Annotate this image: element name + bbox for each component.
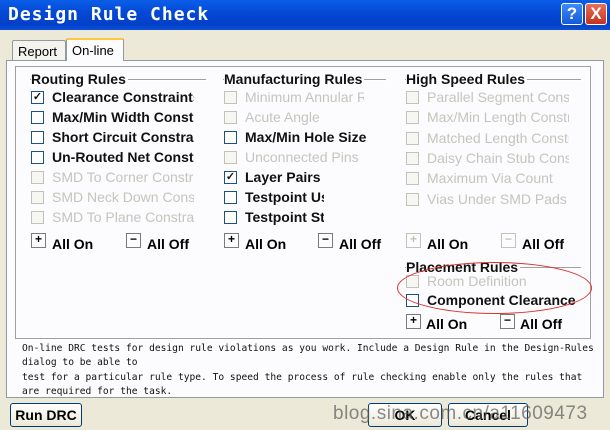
manufacturing-all-off-button[interactable]: −: [318, 233, 333, 248]
rule-label: Short Circuit Constraint: [52, 129, 194, 145]
rule-smd-neck-down-constraint: SMD Neck Down Constraint: [31, 189, 194, 207]
title-bar: Design Rule Check ? X: [0, 0, 610, 30]
rule-unconnected-pins: Unconnected Pins: [224, 149, 364, 167]
rule-smd-to-plane-constraint: SMD To Plane Constraint: [31, 209, 194, 227]
rule-testpoint-usage[interactable]: Testpoint Usage: [224, 189, 324, 207]
rule-checkbox: [406, 151, 419, 165]
rule-label: SMD To Plane Constraint: [52, 209, 194, 225]
tab-online[interactable]: On-line: [66, 38, 124, 61]
online-drc-description: On-line DRC tests for design rule violat…: [22, 343, 594, 396]
rule-minimum-annular-ring: Minimum Annular Ring: [224, 89, 364, 107]
rule-checkbox[interactable]: [406, 294, 419, 307]
rule-label: SMD To Corner Constraint: [52, 169, 194, 185]
rule-label: Max/Min Width Constraint: [52, 109, 194, 125]
watermark: blog.sina.com.cn/a11609473: [333, 403, 588, 424]
highspeed-all-on-label: All On: [427, 236, 469, 252]
rule-checkbox[interactable]: [31, 111, 44, 124]
rule-label: Layer Pairs: [245, 169, 321, 185]
window-title: Design Rule Check: [8, 4, 210, 25]
rule-label: Max/Min Hole Size: [245, 129, 367, 145]
rule-checkbox: [406, 172, 419, 186]
highspeed-rules-title: High Speed Rules: [406, 71, 528, 87]
rule-checkbox: [31, 191, 44, 204]
rule-max-min-hole-size[interactable]: Max/Min Hole Size: [224, 129, 374, 147]
rule-label: Testpoint Usage: [245, 189, 324, 205]
rule-label: Room Definition: [427, 273, 527, 289]
routing-all-off-label: All Off: [147, 236, 189, 252]
rule-checkbox: [31, 171, 44, 184]
manufacturing-all-off-label: All Off: [339, 236, 381, 252]
highspeed-all-on-button[interactable]: +: [406, 233, 421, 248]
rule-label: Maximum Via Count: [427, 170, 553, 187]
rule-checkbox: [406, 275, 419, 288]
manufacturing-all-on-label: All On: [245, 236, 287, 252]
rule-label: Daisy Chain Stub Constraint: [427, 149, 569, 166]
rule-label: Minimum Annular Ring: [245, 89, 364, 105]
rule-testpoint-style[interactable]: Testpoint Style: [224, 209, 324, 227]
routing-rules-title: Routing Rules: [31, 71, 128, 87]
rule-parallel-segment-constraint: Parallel Segment Constraint: [406, 89, 569, 107]
rule-checkbox: [224, 111, 237, 124]
rule-checkbox[interactable]: [31, 131, 44, 144]
rule-label: Un-Routed Net Constraint: [52, 149, 194, 165]
rule-layer-pairs[interactable]: ✓ Layer Pairs: [224, 169, 334, 187]
rule-checkbox: [406, 91, 419, 104]
rule-checkbox[interactable]: ✓: [224, 171, 237, 184]
placement-all-off-button[interactable]: −: [500, 314, 515, 329]
rule-short-circuit-constraint[interactable]: Short Circuit Constraint: [31, 129, 194, 147]
rule-checkbox[interactable]: [224, 191, 237, 204]
rule-maximum-via-count: Maximum Via Count: [406, 170, 569, 188]
rule-checkbox: [406, 192, 419, 206]
rule-daisy-chain-stub-constraint: Daisy Chain Stub Constraint: [406, 150, 569, 168]
tab-report[interactable]: Report: [12, 40, 66, 60]
rule-un-routed-net-constraint[interactable]: Un-Routed Net Constraint: [31, 149, 194, 167]
rule-checkbox: [224, 151, 237, 164]
rule-checkbox[interactable]: [31, 151, 44, 164]
help-button[interactable]: ?: [561, 3, 583, 25]
close-button[interactable]: X: [585, 3, 607, 25]
rule-max-min-width-constraint[interactable]: Max/Min Width Constraint: [31, 109, 194, 127]
highspeed-all-off-button[interactable]: −: [501, 233, 516, 248]
rule-label: Matched Length Constraint: [427, 129, 569, 146]
rule-label: SMD Neck Down Constraint: [52, 189, 194, 205]
rule-label: Max/Min Length Constraint: [427, 109, 569, 126]
rule-label: Unconnected Pins: [245, 149, 359, 165]
rule-room-definition: Room Definition: [406, 273, 576, 291]
rule-label: Clearance Constraints: [52, 89, 194, 105]
rule-label: Parallel Segment Constraint: [427, 89, 569, 105]
rule-label: Vias Under SMD Pads: [427, 190, 567, 207]
run-drc-button[interactable]: Run DRC: [10, 403, 82, 427]
rule-max-min-length-constraint: Max/Min Length Constraint: [406, 109, 569, 127]
routing-all-on-button[interactable]: +: [31, 233, 46, 248]
rule-label: Component Clearance: [427, 292, 576, 308]
rule-acute-angle: Acute Angle: [224, 109, 364, 127]
rule-smd-to-corner-constraint: SMD To Corner Constraint: [31, 169, 194, 187]
rule-checkbox[interactable]: [224, 211, 237, 224]
rule-checkbox[interactable]: [224, 131, 237, 144]
rule-checkbox: [224, 91, 237, 104]
rule-matched-length-constraint: Matched Length Constraint: [406, 130, 569, 148]
rule-checkbox: [31, 211, 44, 224]
rule-vias-under-smd-pads: Vias Under SMD Pads: [406, 191, 569, 209]
rule-component-clearance[interactable]: Component Clearance: [406, 292, 576, 310]
routing-all-on-label: All On: [52, 236, 94, 252]
placement-all-on-label: All On: [426, 316, 468, 332]
routing-all-off-button[interactable]: −: [126, 233, 141, 248]
rule-clearance-constraints[interactable]: ✓ Clearance Constraints: [31, 89, 194, 107]
rule-label: Acute Angle: [245, 109, 320, 125]
manufacturing-all-on-button[interactable]: +: [224, 233, 239, 248]
rule-label: Testpoint Style: [245, 209, 324, 225]
rule-checkbox: [406, 131, 419, 145]
rule-checkbox[interactable]: ✓: [31, 91, 44, 104]
placement-all-on-button[interactable]: +: [406, 314, 421, 329]
placement-all-off-label: All Off: [520, 316, 562, 332]
rule-checkbox: [406, 111, 419, 125]
manufacturing-rules-title: Manufacturing Rules: [224, 71, 365, 87]
highspeed-all-off-label: All Off: [522, 236, 564, 252]
